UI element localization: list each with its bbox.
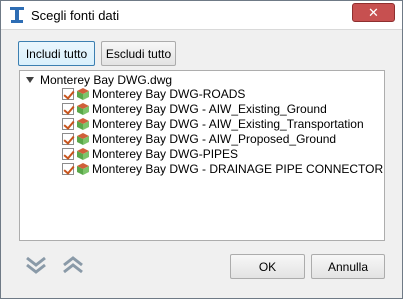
layer-icon xyxy=(77,102,89,115)
tree-item[interactable]: Monterey Bay DWG - AIW_Existing_Transpor… xyxy=(62,116,364,131)
tree-item-label: Monterey Bay DWG-ROADS xyxy=(92,86,246,101)
layer-icon xyxy=(77,162,89,175)
close-button[interactable]: ✕ xyxy=(352,3,395,22)
item-checkbox[interactable] xyxy=(62,162,74,175)
item-checkbox[interactable] xyxy=(62,102,74,115)
tree-root[interactable]: Monterey Bay DWG.dwg xyxy=(26,73,172,87)
tree-item-label: Monterey Bay DWG - AIW_Existing_Ground xyxy=(92,101,327,116)
tree-item[interactable]: Monterey Bay DWG - AIW_Existing_Ground xyxy=(62,101,327,116)
tree-root-label: Monterey Bay DWG.dwg xyxy=(40,73,173,87)
cancel-button[interactable]: Annulla xyxy=(311,254,385,279)
item-checkbox[interactable] xyxy=(62,132,74,145)
layer-icon xyxy=(77,132,89,145)
exclude-all-button[interactable]: Escludi tutto xyxy=(101,41,176,66)
layer-icon xyxy=(77,147,89,160)
close-icon: ✕ xyxy=(368,4,379,20)
dialog-window: Scegli fonti dati ✕ Includi tutto Esclud… xyxy=(0,0,403,299)
tree-item-label: Monterey Bay DWG-PIPES xyxy=(92,146,239,161)
item-checkbox[interactable] xyxy=(62,117,74,130)
item-checkbox[interactable] xyxy=(62,147,74,160)
double-chevron-down-icon[interactable] xyxy=(24,253,48,277)
tree-item[interactable]: Monterey Bay DWG-PIPES xyxy=(62,146,238,161)
layer-icon xyxy=(77,117,89,130)
tree-item-label: Monterey Bay DWG - AIW_Proposed_Ground xyxy=(92,131,337,146)
tree-item-label: Monterey Bay DWG - AIW_Existing_Transpor… xyxy=(92,116,364,131)
title-bar[interactable]: Scegli fonti dati ✕ xyxy=(1,1,402,30)
double-chevron-up-icon[interactable] xyxy=(61,253,85,277)
tree-item-label: Monterey Bay DWG - DRAINAGE PIPE CONNECT… xyxy=(92,161,384,176)
tree-item[interactable]: Monterey Bay DWG - DRAINAGE PIPE CONNECT… xyxy=(62,161,383,176)
window-title: Scegli fonti dati xyxy=(31,8,120,23)
tree-item[interactable]: Monterey Bay DWG - AIW_Proposed_Ground xyxy=(62,131,336,146)
layer-icon xyxy=(77,87,89,100)
data-source-tree[interactable]: Monterey Bay DWG.dwg Monterey Bay DWG-RO… xyxy=(19,70,385,241)
app-icon xyxy=(10,7,24,23)
item-checkbox[interactable] xyxy=(62,87,74,100)
include-all-button[interactable]: Includi tutto xyxy=(18,41,95,66)
expand-arrow-icon[interactable] xyxy=(26,77,34,83)
tree-item[interactable]: Monterey Bay DWG-ROADS xyxy=(62,86,245,101)
ok-button[interactable]: OK xyxy=(230,254,305,279)
